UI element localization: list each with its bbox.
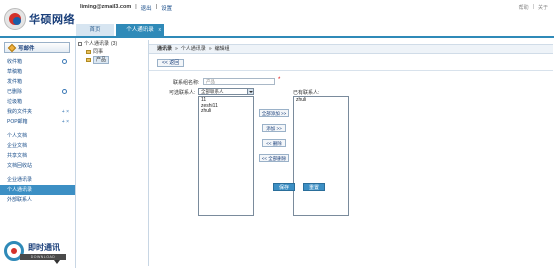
logo-icon [4,8,26,30]
user-email: liming@zmail3.com [80,4,132,10]
remove-button[interactable]: << 删除 [262,139,286,147]
logo: 华硕网络 [4,8,75,30]
help-link[interactable]: 帮助 [519,4,529,11]
tree-root[interactable]: 个人通讯录 (3) [78,40,146,48]
chevron-down-icon [247,89,253,94]
required-marker: * [278,77,281,83]
about-link[interactable]: 关于 [538,4,548,11]
sidebar: 写邮件 收件箱 草稿箱 发件箱 已删除 垃圾箱 我的文件夹 + × POP邮箱 + … [0,38,76,268]
user-line: liming@zmail3.com | 退出 | 设置 [80,4,173,12]
add-all-button[interactable]: 全部添加 >> [259,109,289,117]
reset-button[interactable]: 重置 [303,183,325,191]
folder-icon [86,50,91,54]
empty-icon[interactable] [62,89,67,94]
top-right-links: 帮助 | 关于 [518,4,548,11]
pop-ops[interactable]: + × [62,117,69,127]
sidebar-item-pop[interactable]: POP邮箱 + × [0,117,75,127]
sidebar-list: 收件箱 草稿箱 发件箱 已删除 垃圾箱 我的文件夹 + × POP邮箱 + × 个人… [0,57,75,205]
pencil-icon [7,43,17,52]
sidebar-item-personal-contacts[interactable]: 个人通讯录 [0,185,75,195]
sidebar-item-company-docs[interactable]: 企业文档 [0,141,75,151]
available-contacts-label: 可选联系人: [169,90,196,96]
tree-toggle-icon[interactable] [78,42,82,46]
main-panel: 通讯录 » 个人通讯录 » 编辑组 << 返回 联系组名称: 产品 * 可选联系… [148,40,553,266]
im-download-banner[interactable]: 即时通讯 DOWNLOAD [2,238,72,266]
save-button[interactable]: 保存 [273,183,295,191]
add-button[interactable]: 添加 >> [262,124,286,132]
sidebar-item-junk[interactable]: 垃圾箱 [0,97,75,107]
back-button[interactable]: << 返回 [157,59,185,67]
list-item[interactable]: zhuli [201,108,251,115]
tab-close-icon[interactable]: x [159,24,162,36]
sidebar-item-sent[interactable]: 发件箱 [0,77,75,87]
tab-bar: 首页 个人通讯录 x [76,24,164,36]
selected-contacts-label: 已有联系人: [293,90,320,96]
available-contacts-list[interactable]: 11 zeshi11 zhuli [198,96,254,216]
header-divider [0,36,554,38]
tree-root-count: (3) [111,41,118,47]
logo-text: 华硕网络 [29,14,75,26]
list-item[interactable]: zhuli [296,97,346,104]
sidebar-item-my-folders[interactable]: 我的文件夹 + × [0,107,75,117]
contact-group-tree: 个人通讯录 (3) 同事 产品 [78,40,146,265]
sidebar-item-company-contacts[interactable]: 企业通讯录 [0,175,75,185]
folder-icon [86,58,91,62]
compose-label: 写邮件 [18,45,35,52]
refresh-icon[interactable] [62,59,67,64]
top-bar: 华硕网络 liming@zmail3.com | 退出 | 设置 帮助 | 关于… [0,0,554,36]
sidebar-item-doc-trash[interactable]: 文档回收站 [0,161,75,171]
folder-ops[interactable]: + × [62,107,69,117]
contact-source-select[interactable]: 全部联系人 [198,88,254,95]
sidebar-item-personal-docs[interactable]: 个人文档 [0,131,75,141]
tab-home[interactable]: 首页 [76,24,114,36]
tree-item-product[interactable]: 产品 [78,56,146,64]
group-name-input[interactable]: 产品 [203,78,275,85]
sidebar-item-inbox[interactable]: 收件箱 [0,57,75,67]
sidebar-item-shared-docs[interactable]: 共享文档 [0,151,75,161]
breadcrumb: 通讯录 » 个人通讯录 » 编辑组 [149,44,553,54]
download-arrow-icon [54,260,60,264]
tab-label: 个人通讯录 [126,27,154,33]
compose-button[interactable]: 写邮件 [4,42,70,53]
selected-contacts-list[interactable]: zhuli [293,96,349,216]
tree-item-colleagues[interactable]: 同事 [78,48,146,56]
divider [149,70,553,71]
sidebar-item-deleted[interactable]: 已删除 [0,87,75,97]
sidebar-item-drafts[interactable]: 草稿箱 [0,67,75,77]
settings-link[interactable]: 设置 [161,4,172,12]
tab-personal-contacts[interactable]: 个人通讯录 x [116,24,164,36]
sidebar-item-external-contacts[interactable]: 外部联系人 [0,195,75,205]
group-name-label: 联系组名称: [173,80,200,86]
remove-all-button[interactable]: << 全部删除 [259,154,289,162]
tree-root-label: 个人通讯录 [84,41,110,47]
logout-link[interactable]: 退出 [141,4,152,12]
im-label: 即时通讯 [28,243,60,252]
